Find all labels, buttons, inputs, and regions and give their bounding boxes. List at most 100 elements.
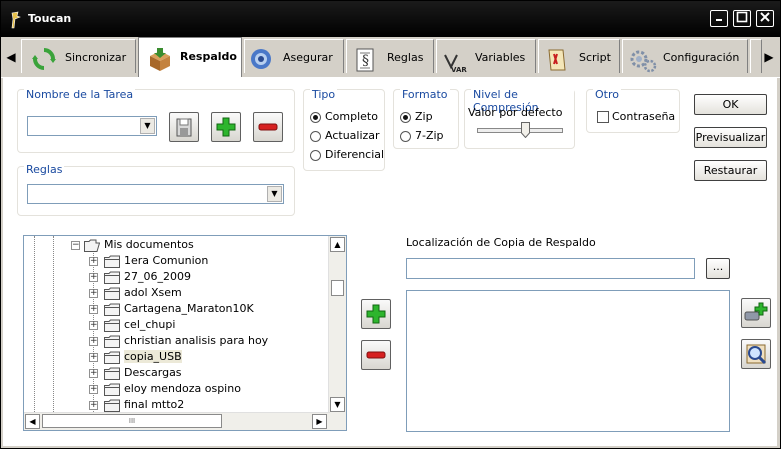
tree-node[interactable]: + cel_chupi <box>24 317 324 333</box>
tree-node[interactable]: + Descargas <box>24 365 324 381</box>
rules-combo[interactable]: ▼ <box>27 184 284 204</box>
backup-paths-list[interactable] <box>406 290 730 432</box>
tree-node[interactable]: + adol Xsem <box>24 285 324 301</box>
remove-path-button[interactable] <box>361 340 391 370</box>
tab-sincronizar[interactable]: Sincronizar <box>21 39 136 73</box>
password-checkbox[interactable] <box>597 111 609 123</box>
expand-icon[interactable]: + <box>89 369 98 378</box>
expand-icon[interactable]: + <box>89 257 98 266</box>
tree-node[interactable]: + christian analisis para hoy <box>24 333 324 349</box>
maximize-button[interactable] <box>733 10 751 27</box>
tab-label: Sincronizar <box>65 51 127 64</box>
chevron-down-icon[interactable]: ▼ <box>140 118 155 134</box>
title-bar[interactable]: Toucan <box>1 1 780 37</box>
chevron-down-icon[interactable]: ▼ <box>267 186 282 202</box>
tree-node[interactable]: +27_06_2009 <box>24 269 324 285</box>
ok-button[interactable]: OK <box>694 94 767 115</box>
expand-icon[interactable]: + <box>89 337 98 346</box>
rules-document-icon: § <box>353 47 377 72</box>
tab-respaldo[interactable]: Respaldo <box>138 37 242 77</box>
tab-label: Asegurar <box>283 51 333 64</box>
tab-label: Variables <box>475 51 526 64</box>
type-completo-radio[interactable] <box>310 112 321 123</box>
tree-node-label: Mis documentos <box>104 238 194 251</box>
compression-slider-thumb[interactable] <box>521 122 530 139</box>
tree-node[interactable]: + eloy mendoza ospino <box>24 381 324 397</box>
tab-overflow[interactable] <box>750 39 762 73</box>
add-plus-icon <box>216 117 236 137</box>
expand-icon[interactable]: + <box>89 289 98 298</box>
compression-slider-track[interactable] <box>477 128 563 133</box>
task-name-combo[interactable]: ▼ <box>27 116 157 136</box>
tab-label: Respaldo <box>180 50 237 63</box>
horizontal-scrollbar[interactable]: ◀ III ▶ <box>24 412 330 430</box>
variables-icon: VAR <box>443 47 467 74</box>
remove-task-button[interactable] <box>253 112 283 142</box>
tab-variables[interactable]: VAR Variables <box>436 39 536 74</box>
app-window: Toucan ◀ Sincronizar Respaldo Asegurar §… <box>0 0 781 449</box>
tree-node[interactable]: + Cartagena_Maraton10K <box>24 301 324 317</box>
type-title: Tipo <box>310 88 338 101</box>
preview-button[interactable]: Previsualizar <box>694 127 767 148</box>
expand-icon[interactable]: + <box>89 273 98 282</box>
tab-configuracion[interactable]: Configuración <box>622 39 748 73</box>
folder-icon <box>104 351 120 364</box>
vertical-scroll-thumb[interactable] <box>331 280 344 296</box>
backup-panel: Nombre de la Tarea ▼ Reglas ▼ Tipo Compl… <box>3 78 777 446</box>
folder-tree[interactable]: − Mis documentos +1era Comunion +27_06_20… <box>23 235 347 431</box>
type-actualizar-label: Actualizar <box>325 129 380 142</box>
minimize-button[interactable] <box>710 10 728 27</box>
folder-icon <box>104 303 120 316</box>
tab-reglas[interactable]: § Reglas <box>346 39 434 73</box>
folder-icon <box>104 319 120 332</box>
scroll-right-button[interactable]: ▶ <box>312 414 327 429</box>
tab-label: Script <box>579 51 611 64</box>
close-button[interactable] <box>756 10 774 27</box>
scroll-up-button[interactable]: ▲ <box>330 237 345 252</box>
expand-icon[interactable]: + <box>89 385 98 394</box>
expand-icon[interactable]: + <box>89 305 98 314</box>
restore-button[interactable]: Restaurar <box>694 160 767 181</box>
backup-location-input[interactable] <box>406 258 695 279</box>
tree-node-mis-documentos[interactable]: − Mis documentos <box>24 237 324 253</box>
compression-group: Nivel de Compresión Valor por defecto <box>464 88 575 149</box>
expand-icon[interactable]: + <box>89 321 98 330</box>
window-title: Toucan <box>28 12 72 25</box>
preview-file-button[interactable] <box>741 339 771 369</box>
collapse-icon[interactable]: − <box>71 241 80 250</box>
tab-script[interactable]: Script <box>538 39 620 73</box>
horizontal-scroll-thumb[interactable]: III <box>42 414 222 428</box>
format-7zip-radio[interactable] <box>400 131 411 142</box>
tree-node[interactable]: + copia_USB <box>24 349 324 365</box>
add-variable-button[interactable] <box>741 298 771 328</box>
scroll-left-button[interactable]: ◀ <box>25 414 40 429</box>
type-diferencial-radio[interactable] <box>310 150 321 161</box>
tree-node[interactable]: +1era Comunion <box>24 253 324 269</box>
script-icon <box>545 47 569 71</box>
add-task-button[interactable] <box>211 112 241 142</box>
add-path-button[interactable] <box>361 299 391 329</box>
remove-minus-icon <box>366 351 386 359</box>
expand-icon[interactable]: + <box>89 401 98 410</box>
tree-node-label: final mtto2 <box>124 398 185 411</box>
tree-node-label: Cartagena_Maraton10K <box>124 302 254 315</box>
format-zip-radio[interactable] <box>400 112 411 123</box>
tree-node[interactable]: + final mtto2 <box>24 397 324 413</box>
browse-button[interactable]: ... <box>706 258 730 279</box>
rules-group: Reglas ▼ <box>17 163 295 216</box>
tab-asegurar[interactable]: Asegurar <box>244 39 344 73</box>
vertical-scrollbar[interactable]: ▲ ▼ <box>328 236 346 414</box>
other-title: Otro <box>593 88 621 101</box>
save-disk-icon <box>176 118 192 137</box>
scroll-corner <box>329 413 346 430</box>
tab-scroll-right-button[interactable]: ▶ <box>762 42 776 72</box>
format-zip-label: Zip <box>415 110 433 123</box>
expand-icon[interactable]: + <box>89 353 98 362</box>
type-actualizar-radio[interactable] <box>310 131 321 142</box>
gears-icon <box>629 47 657 73</box>
tree-node-label: eloy mendoza ospino <box>124 382 241 395</box>
folder-icon <box>104 335 120 348</box>
scroll-down-button[interactable]: ▼ <box>330 397 345 412</box>
save-task-button[interactable] <box>169 112 199 142</box>
tab-scroll-left-button[interactable]: ◀ <box>4 42 18 72</box>
